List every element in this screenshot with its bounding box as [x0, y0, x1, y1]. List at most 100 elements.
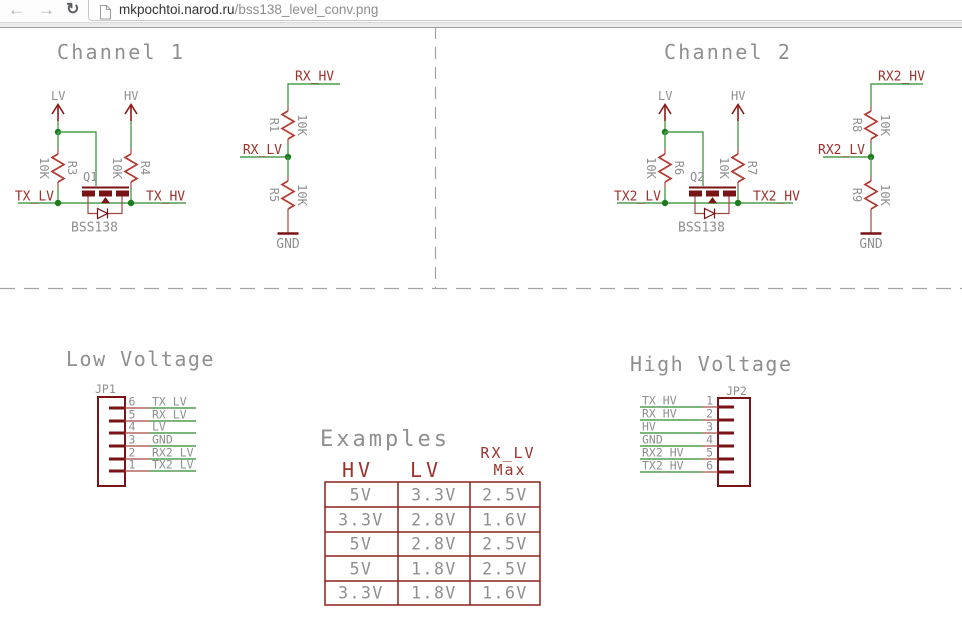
lv-supply-label: LV: [51, 89, 65, 103]
pin-number: 4: [706, 433, 713, 447]
pin-number: 6: [706, 459, 713, 473]
resistor-zigzag: [123, 153, 139, 183]
gnd-symbol: GND: [859, 232, 883, 252]
channel-bar: [99, 190, 112, 197]
resistor-name: R7: [745, 161, 759, 175]
channel-2-divider: RX2_HV R8 10K RX2_LV R9 10K GND: [818, 70, 925, 253]
schematic-svg: Channel 1 LV 10K R3 HV 10K R4 TX_LV TX_H…: [0, 27, 962, 606]
jp2-pin-row: 6 TX2_HV: [640, 459, 734, 474]
address-bar[interactable]: mkpochtoi.narod.ru/bss138_level_conv.png: [88, 0, 962, 21]
resistor-r9: R9 10K: [850, 157, 892, 233]
table-cell: 1.6V: [482, 511, 528, 530]
channel-2-title: Channel 2: [664, 40, 792, 64]
connector-refdes: JP2: [726, 384, 747, 398]
junction-dot: [734, 199, 742, 207]
channel-bar: [706, 190, 719, 197]
table-cell: 5V: [350, 560, 373, 579]
gnd-symbol: GND: [276, 232, 300, 252]
pin-net-label: TX2_HV: [642, 459, 684, 473]
resistor-zigzag: [863, 110, 879, 140]
pin-number: 3: [706, 420, 713, 434]
net-label: TX2_HV: [753, 190, 800, 205]
table-cell: 3.3V: [338, 511, 384, 530]
resistor-value: 10K: [295, 114, 309, 136]
channel-1-divider: RX_HV R1 10K RX_LV R5 10K GND: [240, 70, 340, 252]
pin-net-label: TX2_LV: [152, 458, 194, 472]
reload-icon[interactable]: ↻: [66, 0, 79, 22]
resistor-name: R5: [267, 188, 281, 202]
table-cell: 5V: [350, 486, 373, 505]
net-label: RX2_HV: [878, 70, 925, 85]
table-cell: 2.5V: [482, 560, 528, 579]
channel-bar: [116, 190, 129, 197]
channel-bar: [723, 190, 736, 197]
substrate-arrow: [101, 197, 110, 204]
lv-supply-label: LV: [658, 89, 672, 103]
resistor-name: R9: [850, 188, 864, 202]
resistor-name: R1: [267, 118, 281, 132]
examples-title: Examples: [320, 427, 450, 452]
transistor-name: Q2: [690, 170, 704, 184]
transistor-value: BSS138: [678, 221, 725, 236]
column-header-rxlv-max: Max: [493, 461, 526, 479]
channel-1-title: Channel 1: [57, 40, 185, 64]
resistor-value: 10K: [110, 157, 124, 179]
low-voltage-title: Low Voltage: [66, 347, 215, 371]
pin-number: 5: [706, 446, 713, 460]
hv-supply-label: HV: [731, 89, 745, 103]
pin-number: 1: [129, 458, 136, 472]
column-header-rxlv: RX_LV: [480, 444, 535, 462]
table-cell: 3.3V: [338, 584, 384, 603]
column-header-hv: HV: [342, 458, 374, 482]
pin-number: 2: [706, 407, 713, 421]
gnd-label: GND: [276, 237, 300, 252]
resistor-value: 10K: [295, 184, 309, 206]
table-cell: 3.3V: [411, 486, 457, 505]
transistor-name: Q1: [83, 170, 97, 184]
table-cell: 2.5V: [482, 535, 528, 554]
high-voltage-title: High Voltage: [630, 352, 793, 376]
url-path: /bss138_level_conv.png: [234, 2, 379, 17]
substrate-arrow: [708, 197, 717, 204]
resistor-zigzag: [280, 180, 296, 210]
hv-supply-label: HV: [124, 89, 138, 103]
pin-number: 4: [129, 420, 136, 434]
pin-net-label: RX_HV: [642, 407, 677, 421]
forward-icon[interactable]: →: [38, 0, 55, 22]
table-cell: 1.6V: [482, 584, 528, 603]
resistor-value: 10K: [878, 114, 892, 136]
body-diode-triangle: [703, 207, 716, 220]
pin-net-label: LV: [152, 420, 166, 434]
channel-1: Channel 1 LV 10K R3 HV 10K R4 TX_LV TX_H…: [15, 40, 186, 236]
resistor-zigzag: [50, 153, 66, 183]
resistor-zigzag: [280, 110, 296, 140]
pin-net-label: HV: [642, 420, 656, 434]
net-label: TX_HV: [146, 190, 185, 205]
pin-net-label: TX_LV: [152, 395, 187, 409]
net-label: RX2_LV: [818, 143, 865, 158]
junction-dot: [661, 199, 669, 207]
table-cell: 2.5V: [482, 486, 528, 505]
channel-bar: [689, 190, 702, 197]
table-row: 3.3V 2.8V 1.6V: [338, 511, 528, 530]
resistor-value: 10K: [644, 157, 658, 179]
pin-net-label: TX_HV: [642, 394, 677, 408]
table-cell: 1.8V: [411, 584, 457, 603]
table-cell: 5V: [350, 535, 373, 554]
table-row: 5V 1.8V 2.5V: [350, 560, 528, 579]
net-label: RX_HV: [295, 70, 334, 85]
junction-dot: [127, 199, 135, 207]
junction-dot: [54, 199, 62, 207]
table-cell: 2.8V: [411, 511, 457, 530]
back-icon[interactable]: ←: [8, 0, 25, 22]
body-diode-triangle: [96, 207, 109, 220]
resistor-name: R6: [672, 161, 686, 175]
resistor-value: 10K: [878, 184, 892, 206]
net-label: RX_LV: [243, 143, 282, 158]
url-host: mkpochtoi.narod.ru: [119, 2, 235, 17]
pin-net-label: GND: [152, 433, 173, 447]
net-label: TX_LV: [15, 190, 54, 205]
table-cell: 1.8V: [411, 560, 457, 579]
net-label: TX2_LV: [614, 190, 661, 205]
gnd-label: GND: [859, 237, 883, 252]
